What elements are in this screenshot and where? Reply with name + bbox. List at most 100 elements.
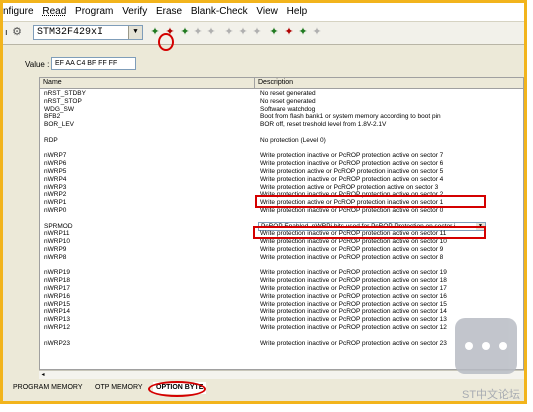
table-header: Name Description xyxy=(40,78,523,89)
table-row[interactable]: nWRP7 Write protection inactive or PcROP … xyxy=(40,152,523,160)
highlight-circle-program xyxy=(158,33,174,51)
verify-all-icon[interactable]: ✦ xyxy=(251,26,263,38)
tab-label: OTP MEMORY xyxy=(95,384,143,391)
column-header-description[interactable]: Description xyxy=(258,78,293,88)
table-row[interactable]: nWRP10 Write protection inactive or PcROP… xyxy=(40,238,523,246)
row-name: nWRP11 xyxy=(44,230,70,238)
watermark-text: ST中文论坛 xyxy=(462,389,521,401)
highlight-box-nwrp2 xyxy=(255,195,486,208)
table-row[interactable]: nWRP0 Write protection inactive or PcROP … xyxy=(40,207,523,214)
row-name: nWRP16 xyxy=(44,292,71,300)
table-row[interactable]: nWRP5 Write protection active or PcROP pr… xyxy=(40,168,523,175)
table-row[interactable] xyxy=(40,129,523,136)
menu-bar: nfigure Read Program Verify Erase Blank-… xyxy=(3,3,524,21)
table-row[interactable]: nRST_STOP No reset generated xyxy=(40,98,523,105)
highlight-box-sprmod xyxy=(253,226,486,239)
table-row[interactable]: WDG_SW Software watchdog xyxy=(40,105,523,113)
row-description: Write protection inactive or PcROP prote… xyxy=(260,160,444,168)
table-row[interactable]: BFB2 Boot from flash bank1 or system memo… xyxy=(40,113,523,121)
scroll-left-icon[interactable]: ◂ xyxy=(39,371,47,379)
erase-icon[interactable]: ✦ xyxy=(192,26,204,38)
table-row[interactable]: nWRP18 Write protection inactive or PcROP… xyxy=(40,277,523,285)
table-row[interactable] xyxy=(40,262,523,269)
table-row[interactable]: nWRP12 Write protection inactive or PcROP… xyxy=(40,324,523,331)
table-row[interactable]: nRST_STDBY No reset generated xyxy=(40,90,523,97)
tab-program-memory[interactable]: PROGRAM MEMORY xyxy=(13,382,83,394)
menu-erase[interactable]: Erase xyxy=(156,6,182,17)
row-description: Write protection inactive or PcROP prote… xyxy=(260,175,444,183)
row-name: BFB2 xyxy=(44,113,61,121)
table-row[interactable]: nWRP15 Write protection inactive or PcROP… xyxy=(40,300,523,308)
row-description: Write protection inactive or PcROP prote… xyxy=(260,269,447,277)
read-all-icon[interactable]: ✦ xyxy=(223,26,235,38)
row-name: nWRP12 xyxy=(44,324,71,331)
row-description: Write protection inactive or PcROP prote… xyxy=(260,300,447,308)
row-name: nWRP3 xyxy=(44,183,67,191)
table-row[interactable]: RDP No protection (Level 0) xyxy=(40,137,523,144)
window-edge-marker: ı xyxy=(5,27,8,37)
row-name: nWRP6 xyxy=(44,160,67,168)
table-row[interactable]: nWRP19 Write protection inactive or PcROP… xyxy=(40,269,523,277)
program-option-icon[interactable]: ✦ xyxy=(283,26,295,38)
table-row[interactable] xyxy=(40,332,523,339)
table-row[interactable]: nWRP8 Write protection inactive or PcROP … xyxy=(40,254,523,261)
table-row[interactable]: nWRP9 Write protection inactive or PcROP … xyxy=(40,246,523,253)
row-name: WDG_SW xyxy=(44,105,74,113)
table-row[interactable]: nWRP3 Write protection active or PcROP pr… xyxy=(40,183,523,191)
table-row[interactable]: BOR_LEV BOR off, reset treshold level fro… xyxy=(40,121,523,129)
row-description: BOR off, reset treshold level from 1.8V-… xyxy=(260,121,387,129)
table-row[interactable] xyxy=(40,145,523,152)
horizontal-scrollbar[interactable]: ◂ xyxy=(39,370,524,379)
row-name: nWRP14 xyxy=(44,308,71,316)
verify-icon[interactable]: ✦ xyxy=(179,26,191,38)
table-row[interactable]: nWRP17 Write protection inactive or PcROP… xyxy=(40,285,523,292)
blank-check-icon[interactable]: ✦ xyxy=(205,26,217,38)
program-all-icon[interactable]: ✦ xyxy=(237,26,249,38)
menu-help[interactable]: Help xyxy=(287,6,308,17)
menu-blank-check[interactable]: Blank-Check xyxy=(191,6,248,17)
menu-read[interactable]: Read xyxy=(42,6,66,17)
menu-configure[interactable]: nfigure xyxy=(3,6,34,17)
watermark-dot xyxy=(482,342,490,350)
menu-program[interactable]: Program xyxy=(75,6,113,17)
read-option-icon[interactable]: ✦ xyxy=(268,26,280,38)
column-divider[interactable] xyxy=(254,78,255,88)
table-row[interactable]: nWRP13 Write protection inactive or PcROP… xyxy=(40,316,523,324)
row-description: Write protection inactive or PcROP prote… xyxy=(260,246,444,253)
tab-otp-memory[interactable]: OTP MEMORY xyxy=(95,382,143,394)
row-name: nWRP7 xyxy=(44,152,67,160)
menu-verify[interactable]: Verify xyxy=(122,6,147,17)
verify-option-icon[interactable]: ✦ xyxy=(297,26,309,38)
row-description: Write protection inactive or PcROP prote… xyxy=(260,285,447,292)
watermark-logo xyxy=(455,318,517,374)
row-description: Write protection inactive or PcROP prote… xyxy=(260,152,444,160)
table-row[interactable]: nWRP23 Write protection inactive or PcROP… xyxy=(40,339,523,347)
erase-option-icon[interactable]: ✦ xyxy=(311,26,323,38)
table-row[interactable]: nWRP4 Write protection inactive or PcROP … xyxy=(40,175,523,183)
row-name: nWRP2 xyxy=(44,191,67,199)
column-header-name[interactable]: Name xyxy=(43,78,62,88)
row-description: Write protection inactive or PcROP prote… xyxy=(260,316,447,324)
value-label: Value : xyxy=(25,60,50,69)
table-row[interactable]: nWRP6 Write protection inactive or PcROP … xyxy=(40,160,523,168)
row-description: Boot from flash bank1 or system memory a… xyxy=(260,113,441,121)
option-bytes-table: Name Description nRST_STDBY No reset gene… xyxy=(39,77,524,370)
menu-view[interactable]: View xyxy=(256,6,278,17)
chip-icon[interactable]: ⚙ xyxy=(11,26,23,38)
row-name: nWRP10 xyxy=(44,238,71,246)
row-description: Software watchdog xyxy=(260,105,316,113)
row-name: nWRP13 xyxy=(44,316,71,324)
row-name: nWRP23 xyxy=(44,339,71,347)
table-row[interactable]: nWRP16 Write protection inactive or PcROP… xyxy=(40,292,523,300)
chevron-down-icon[interactable]: ▼ xyxy=(128,26,142,39)
row-name: nRST_STDBY xyxy=(44,90,86,97)
row-name: nWRP18 xyxy=(44,277,71,285)
row-name: nWRP1 xyxy=(44,199,67,207)
value-field[interactable]: EF AA C4 BF FF FF xyxy=(51,57,136,70)
row-name: nWRP9 xyxy=(44,246,67,253)
row-description: Write protection inactive or PcROP prote… xyxy=(260,238,447,246)
row-description: Write protection inactive or PcROP prote… xyxy=(260,324,447,331)
device-select[interactable]: STM32F429xI ▼ xyxy=(33,25,143,40)
table-row[interactable]: nWRP14 Write protection inactive or PcROP… xyxy=(40,308,523,316)
row-description: Write protection inactive or PcROP prote… xyxy=(260,339,447,347)
